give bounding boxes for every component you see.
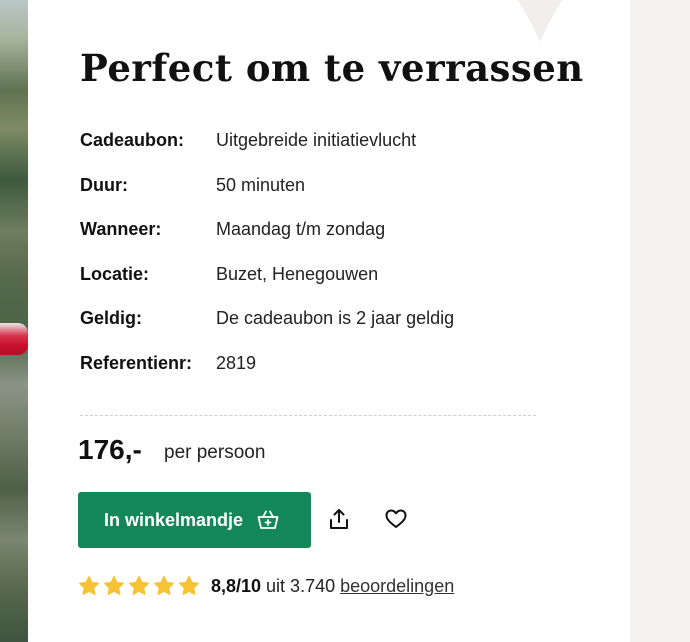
detail-label: Locatie: bbox=[80, 263, 150, 284]
heart-icon bbox=[385, 509, 407, 532]
detail-value: Maandag t/m zondag bbox=[216, 219, 386, 240]
page-title: Perfect om te verrassen bbox=[80, 46, 584, 90]
price-unit: per persoon bbox=[164, 442, 266, 463]
detail-list: Cadeaubon: Uitgebreide initiatievlucht D… bbox=[80, 126, 540, 394]
share-button[interactable] bbox=[321, 502, 357, 538]
rating-summary: 8,8/10 uit 3.740 beoordelingen bbox=[78, 575, 454, 597]
detail-label: Duur: bbox=[80, 174, 128, 195]
detail-value: 2819 bbox=[216, 352, 257, 373]
detail-label: Wanneer: bbox=[80, 219, 162, 240]
star-icon bbox=[104, 575, 124, 595]
share-icon bbox=[328, 508, 350, 533]
plane-wing-image bbox=[0, 323, 28, 355]
detail-value: Buzet, Henegouwen bbox=[216, 263, 379, 284]
detail-row-geldig: Geldig: De cadeaubon is 2 jaar geldig bbox=[80, 304, 540, 349]
star-icon bbox=[79, 575, 99, 595]
basket-icon bbox=[257, 510, 279, 530]
add-to-cart-button[interactable]: In winkelmandje bbox=[78, 492, 311, 548]
star-icon bbox=[154, 575, 174, 595]
detail-value: Uitgebreide initiatievlucht bbox=[216, 130, 417, 150]
aerial-photo bbox=[0, 0, 28, 642]
right-decorative-background bbox=[620, 0, 690, 642]
detail-label: Referentienr: bbox=[80, 352, 193, 373]
detail-row-cadeaubon: Cadeaubon: Uitgebreide initiatievlucht bbox=[80, 126, 540, 171]
favorite-button[interactable] bbox=[378, 502, 414, 538]
rating-count: uit 3.740 bbox=[266, 575, 336, 596]
add-to-cart-label: In winkelmandje bbox=[104, 509, 244, 530]
detail-row-duur: Duur: 50 minuten bbox=[80, 171, 540, 216]
detail-value: 50 minuten bbox=[216, 174, 306, 195]
reviews-link[interactable]: beoordelingen bbox=[340, 576, 454, 597]
star-icon bbox=[179, 575, 199, 595]
detail-value: De cadeaubon is 2 jaar geldig bbox=[216, 308, 455, 329]
detail-row-locatie: Locatie: Buzet, Henegouwen bbox=[80, 260, 540, 305]
price-amount: 176,- bbox=[78, 434, 142, 465]
rating-score: 8,8/10 bbox=[211, 575, 262, 596]
detail-row-wanneer: Wanneer: Maandag t/m zondag bbox=[80, 215, 540, 260]
star-icon bbox=[129, 575, 149, 595]
detail-row-referentienr: Referentienr: 2819 bbox=[80, 349, 540, 394]
detail-label: Cadeaubon: bbox=[80, 130, 185, 150]
detail-label: Geldig: bbox=[80, 308, 142, 329]
rating-stars bbox=[78, 575, 200, 597]
decorative-badge bbox=[517, 0, 563, 42]
divider bbox=[80, 415, 536, 416]
